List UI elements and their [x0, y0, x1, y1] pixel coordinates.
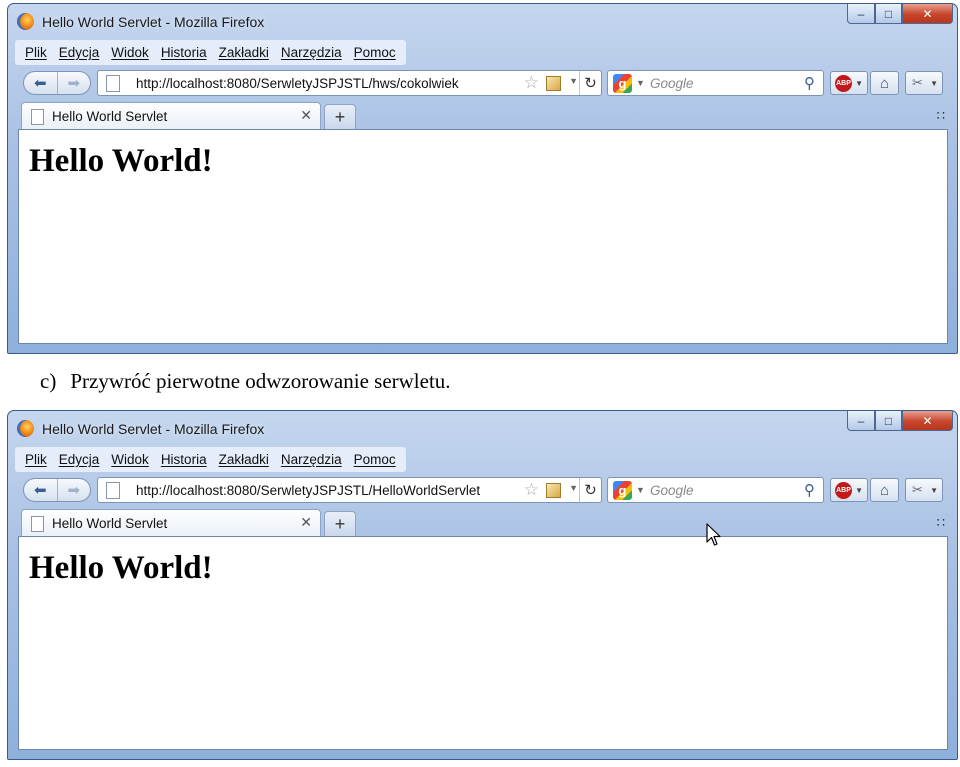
caption: c) Przywróć pierwotne odwzorowanie serwle… [40, 369, 451, 394]
firefox-icon[interactable] [17, 420, 34, 437]
forward-arrow-icon[interactable]: ➡ [58, 72, 91, 94]
tab-strip: Hello World Servlet ✕ + ∷ [17, 509, 950, 537]
addon-icon: ✂ [912, 482, 923, 497]
list-all-tabs-icon[interactable]: ∷ [937, 108, 945, 124]
back-forward-group: ⬅ ➡ [23, 71, 91, 95]
adblock-icon: ABP [835, 75, 852, 92]
tab-page-icon [31, 516, 44, 532]
mouse-cursor-icon [706, 523, 721, 546]
address-bar[interactable]: http://localhost:8080/SerwletyJSPJSTL/hw… [97, 70, 602, 96]
rss-icon[interactable] [546, 483, 561, 498]
url-text[interactable]: http://localhost:8080/SerwletyJSPJSTL/hw… [136, 76, 459, 91]
page-content: Hello World! [18, 536, 948, 750]
plus-icon[interactable]: + [324, 104, 356, 129]
addon-button[interactable]: ✂ ▼ [905, 71, 943, 95]
menu-bar: Plik Edycja Widok Historia Zakładki Narz… [15, 447, 406, 472]
url-dropdown-icon[interactable]: ▼ [569, 76, 578, 86]
addon-button[interactable]: ✂ ▼ [905, 478, 943, 502]
browser-window-1: Hello World Servlet - Mozilla Firefox – … [7, 3, 958, 354]
engine-dropdown-icon[interactable]: ▼ [636, 485, 645, 495]
rss-icon[interactable] [546, 76, 561, 91]
window-title: Hello World Servlet - Mozilla Firefox [42, 14, 265, 30]
home-icon[interactable]: ⌂ [870, 71, 899, 95]
search-box[interactable]: g ▼ Google ⚲ [607, 477, 824, 503]
menu-pomoc[interactable]: Pomoc [348, 452, 402, 467]
addon-dropdown-icon[interactable]: ▼ [930, 79, 938, 88]
menu-pomoc[interactable]: Pomoc [348, 45, 402, 60]
tab-title: Hello World Servlet [52, 516, 168, 531]
page-icon [106, 75, 120, 92]
page-content: Hello World! [18, 129, 948, 344]
title-bar[interactable]: Hello World Servlet - Mozilla Firefox – … [8, 411, 957, 445]
tab-strip: Hello World Servlet ✕ + ∷ [17, 102, 950, 130]
close-window-button[interactable]: ✕ [902, 4, 953, 24]
adblock-dropdown-icon[interactable]: ▼ [855, 79, 863, 88]
url-dropdown-icon[interactable]: ▼ [569, 483, 578, 493]
firefox-icon[interactable] [17, 13, 34, 30]
plus-icon[interactable]: + [324, 511, 356, 536]
engine-dropdown-icon[interactable]: ▼ [636, 78, 645, 88]
google-icon[interactable]: g [613, 481, 632, 500]
tab-page-icon [31, 109, 44, 125]
navigation-toolbar: ⬅ ➡ http://localhost:8080/SerwletyJSPJST… [17, 68, 950, 98]
menu-widok[interactable]: Widok [105, 45, 155, 60]
caption-number: c) [40, 369, 57, 393]
adblock-button[interactable]: ABP ▼ [830, 478, 868, 502]
list-all-tabs-icon[interactable]: ∷ [937, 515, 945, 531]
page-icon [106, 482, 120, 499]
addon-dropdown-icon[interactable]: ▼ [930, 486, 938, 495]
adblock-dropdown-icon[interactable]: ▼ [855, 486, 863, 495]
search-input[interactable]: Google [650, 483, 694, 498]
menu-edycja[interactable]: Edycja [53, 452, 106, 467]
addon-icon: ✂ [912, 75, 923, 90]
menu-narzedzia[interactable]: Narzędzia [275, 452, 348, 467]
navigation-toolbar: ⬅ ➡ http://localhost:8080/SerwletyJSPJST… [17, 475, 950, 505]
menu-plik[interactable]: Plik [19, 45, 53, 60]
adblock-button[interactable]: ABP ▼ [830, 71, 868, 95]
page-heading: Hello World! [29, 143, 213, 179]
menu-historia[interactable]: Historia [155, 45, 213, 60]
search-box[interactable]: g ▼ Google ⚲ [607, 70, 824, 96]
back-forward-group: ⬅ ➡ [23, 478, 91, 502]
adblock-icon: ABP [835, 482, 852, 499]
minimize-button[interactable]: – [847, 411, 875, 431]
reload-icon[interactable]: ↻ [579, 478, 601, 502]
close-icon[interactable]: ✕ [300, 514, 312, 531]
maximize-button[interactable]: □ [875, 411, 902, 431]
forward-arrow-icon[interactable]: ➡ [58, 479, 91, 501]
tab-hello-world-servlet[interactable]: Hello World Servlet ✕ [21, 102, 321, 130]
minimize-button[interactable]: – [847, 4, 875, 24]
magnifier-icon[interactable]: ⚲ [804, 74, 815, 92]
magnifier-icon[interactable]: ⚲ [804, 481, 815, 499]
menu-edycja[interactable]: Edycja [53, 45, 106, 60]
back-arrow-icon[interactable]: ⬅ [24, 479, 58, 501]
star-icon[interactable]: ☆ [524, 480, 539, 500]
home-icon[interactable]: ⌂ [870, 478, 899, 502]
menu-plik[interactable]: Plik [19, 452, 53, 467]
menu-zakladki[interactable]: Zakładki [213, 452, 275, 467]
caption-text: Przywróć pierwotne odwzorowanie serwletu… [70, 369, 451, 393]
menu-widok[interactable]: Widok [105, 452, 155, 467]
address-bar[interactable]: http://localhost:8080/SerwletyJSPJSTL/He… [97, 477, 602, 503]
reload-icon[interactable]: ↻ [579, 71, 601, 95]
google-icon[interactable]: g [613, 74, 632, 93]
star-icon[interactable]: ☆ [524, 73, 539, 93]
title-bar[interactable]: Hello World Servlet - Mozilla Firefox – … [8, 4, 957, 38]
close-window-button[interactable]: ✕ [902, 411, 953, 431]
browser-window-2: Hello World Servlet - Mozilla Firefox – … [7, 410, 958, 760]
tab-hello-world-servlet[interactable]: Hello World Servlet ✕ [21, 509, 321, 537]
url-text[interactable]: http://localhost:8080/SerwletyJSPJSTL/He… [136, 483, 480, 498]
menu-zakladki[interactable]: Zakładki [213, 45, 275, 60]
menu-bar: Plik Edycja Widok Historia Zakładki Narz… [15, 40, 406, 65]
menu-narzedzia[interactable]: Narzędzia [275, 45, 348, 60]
tab-title: Hello World Servlet [52, 109, 168, 124]
window-title: Hello World Servlet - Mozilla Firefox [42, 421, 265, 437]
search-input[interactable]: Google [650, 76, 694, 91]
back-arrow-icon[interactable]: ⬅ [24, 72, 58, 94]
page-heading: Hello World! [29, 550, 213, 586]
maximize-button[interactable]: □ [875, 4, 902, 24]
close-icon[interactable]: ✕ [300, 107, 312, 124]
menu-historia[interactable]: Historia [155, 452, 213, 467]
